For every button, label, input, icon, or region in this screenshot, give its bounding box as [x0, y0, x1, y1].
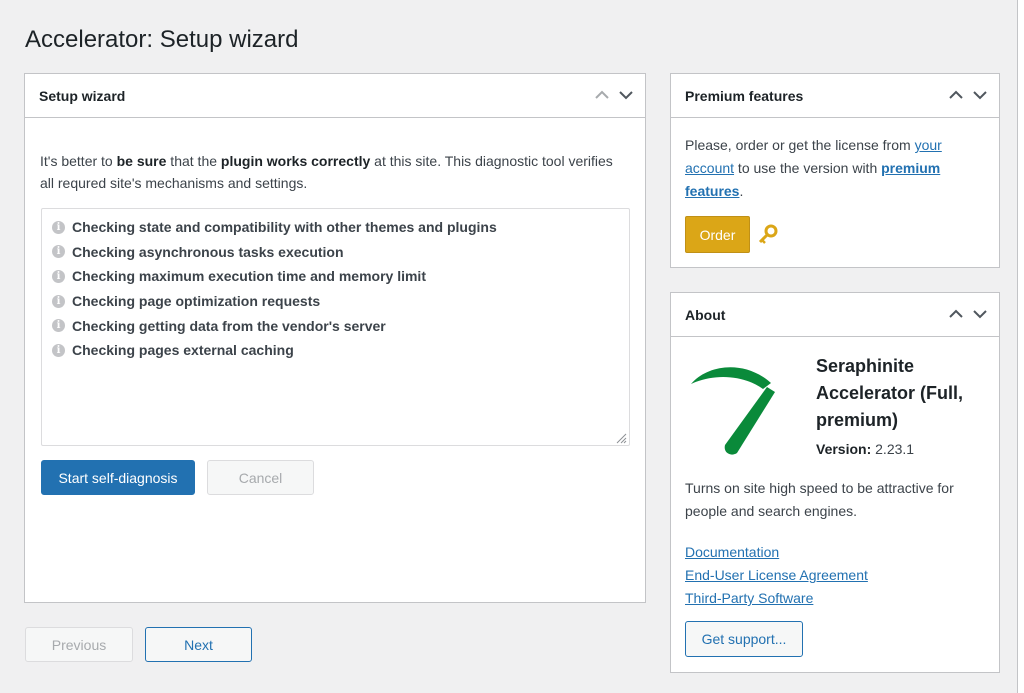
- about-header: About: [671, 293, 999, 337]
- about-title: About: [685, 306, 726, 323]
- logo-gauge-icon: [689, 357, 779, 460]
- next-button[interactable]: Next: [145, 627, 252, 662]
- product-version: Version: 2.23.1: [816, 441, 914, 457]
- chevron-up-icon[interactable]: [593, 86, 611, 104]
- check-item: i Checking page optimization requests: [52, 289, 619, 314]
- premium-text-part: .: [739, 183, 744, 199]
- third-party-software-link[interactable]: Third-Party Software: [685, 587, 868, 610]
- check-item-label: Checking maximum execution time and memo…: [72, 268, 426, 285]
- key-icon: [757, 224, 779, 249]
- get-support-button[interactable]: Get support...: [685, 621, 803, 657]
- intro-bold-plugin-works: plugin works correctly: [220, 153, 371, 169]
- cancel-button[interactable]: Cancel: [207, 460, 314, 495]
- chevron-down-icon[interactable]: [971, 86, 989, 104]
- check-item: i Checking pages external caching: [52, 338, 619, 363]
- resize-grip-icon[interactable]: [615, 431, 627, 444]
- premium-text: Please, order or get the license from yo…: [685, 134, 985, 203]
- wizard-intro-text: It's better to be sure that the plugin w…: [40, 150, 630, 194]
- chevron-down-icon[interactable]: [617, 86, 635, 104]
- info-icon: i: [52, 220, 65, 234]
- start-self-diagnosis-button[interactable]: Start self-diagnosis: [41, 460, 195, 495]
- order-button[interactable]: Order: [685, 216, 750, 253]
- about-links: Documentation End-User License Agreement…: [685, 541, 868, 610]
- eula-link[interactable]: End-User License Agreement: [685, 564, 868, 587]
- check-item: i Checking state and compatibility with o…: [52, 215, 619, 240]
- product-description: Turns on site high speed to be attractiv…: [685, 480, 954, 519]
- check-item: i Checking asynchronous tasks execution: [52, 240, 619, 265]
- check-item-label: Checking pages external caching: [72, 342, 294, 359]
- check-item-label: Checking page optimization requests: [72, 293, 321, 310]
- intro-bold-be-sure: be sure: [116, 153, 167, 169]
- setup-wizard-title: Setup wizard: [39, 87, 126, 104]
- info-icon: i: [52, 343, 65, 357]
- intro-text-part: that the: [166, 153, 221, 169]
- check-item-label: Checking asynchronous tasks execution: [72, 243, 344, 260]
- premium-features-header: Premium features: [671, 74, 999, 118]
- intro-text-part: It's better to: [40, 153, 117, 169]
- setup-wizard-panel: Setup wizard It's better to be sure that…: [24, 73, 646, 603]
- page-title: Accelerator: Setup wizard: [25, 26, 299, 53]
- info-icon: i: [52, 245, 65, 259]
- chevron-up-icon[interactable]: [947, 305, 965, 323]
- premium-text-part: Please, order or get the license from: [685, 137, 915, 153]
- check-item: i Checking maximum execution time and mem…: [52, 264, 619, 289]
- chevron-down-icon[interactable]: [971, 305, 989, 323]
- premium-features-panel: Premium features Please, order or get th…: [670, 73, 1000, 268]
- premium-features-title: Premium features: [685, 87, 804, 104]
- info-icon: i: [52, 294, 65, 308]
- chevron-up-icon[interactable]: [947, 86, 965, 104]
- product-name: Seraphinite Accelerator (Full, premium): [816, 356, 964, 430]
- about-panel: About Seraphinite Accelerator (Full, pre…: [670, 292, 1000, 673]
- documentation-link[interactable]: Documentation: [685, 541, 868, 564]
- diagnostic-checklist[interactable]: i Checking state and compatibility with o…: [41, 208, 630, 446]
- premium-text-part: to use the version with: [734, 160, 882, 176]
- version-label: Version:: [816, 441, 872, 457]
- version-value: 2.23.1: [871, 441, 915, 457]
- check-item-label: Checking state and compatibility with ot…: [72, 219, 497, 236]
- check-item: i Checking getting data from the vendor's…: [52, 313, 619, 338]
- info-icon: i: [52, 269, 65, 283]
- check-item-label: Checking getting data from the vendor's …: [72, 317, 386, 334]
- window-edge: [1017, 0, 1024, 693]
- setup-wizard-header: Setup wizard: [25, 74, 645, 118]
- info-icon: i: [52, 319, 65, 333]
- previous-button[interactable]: Previous: [25, 627, 133, 662]
